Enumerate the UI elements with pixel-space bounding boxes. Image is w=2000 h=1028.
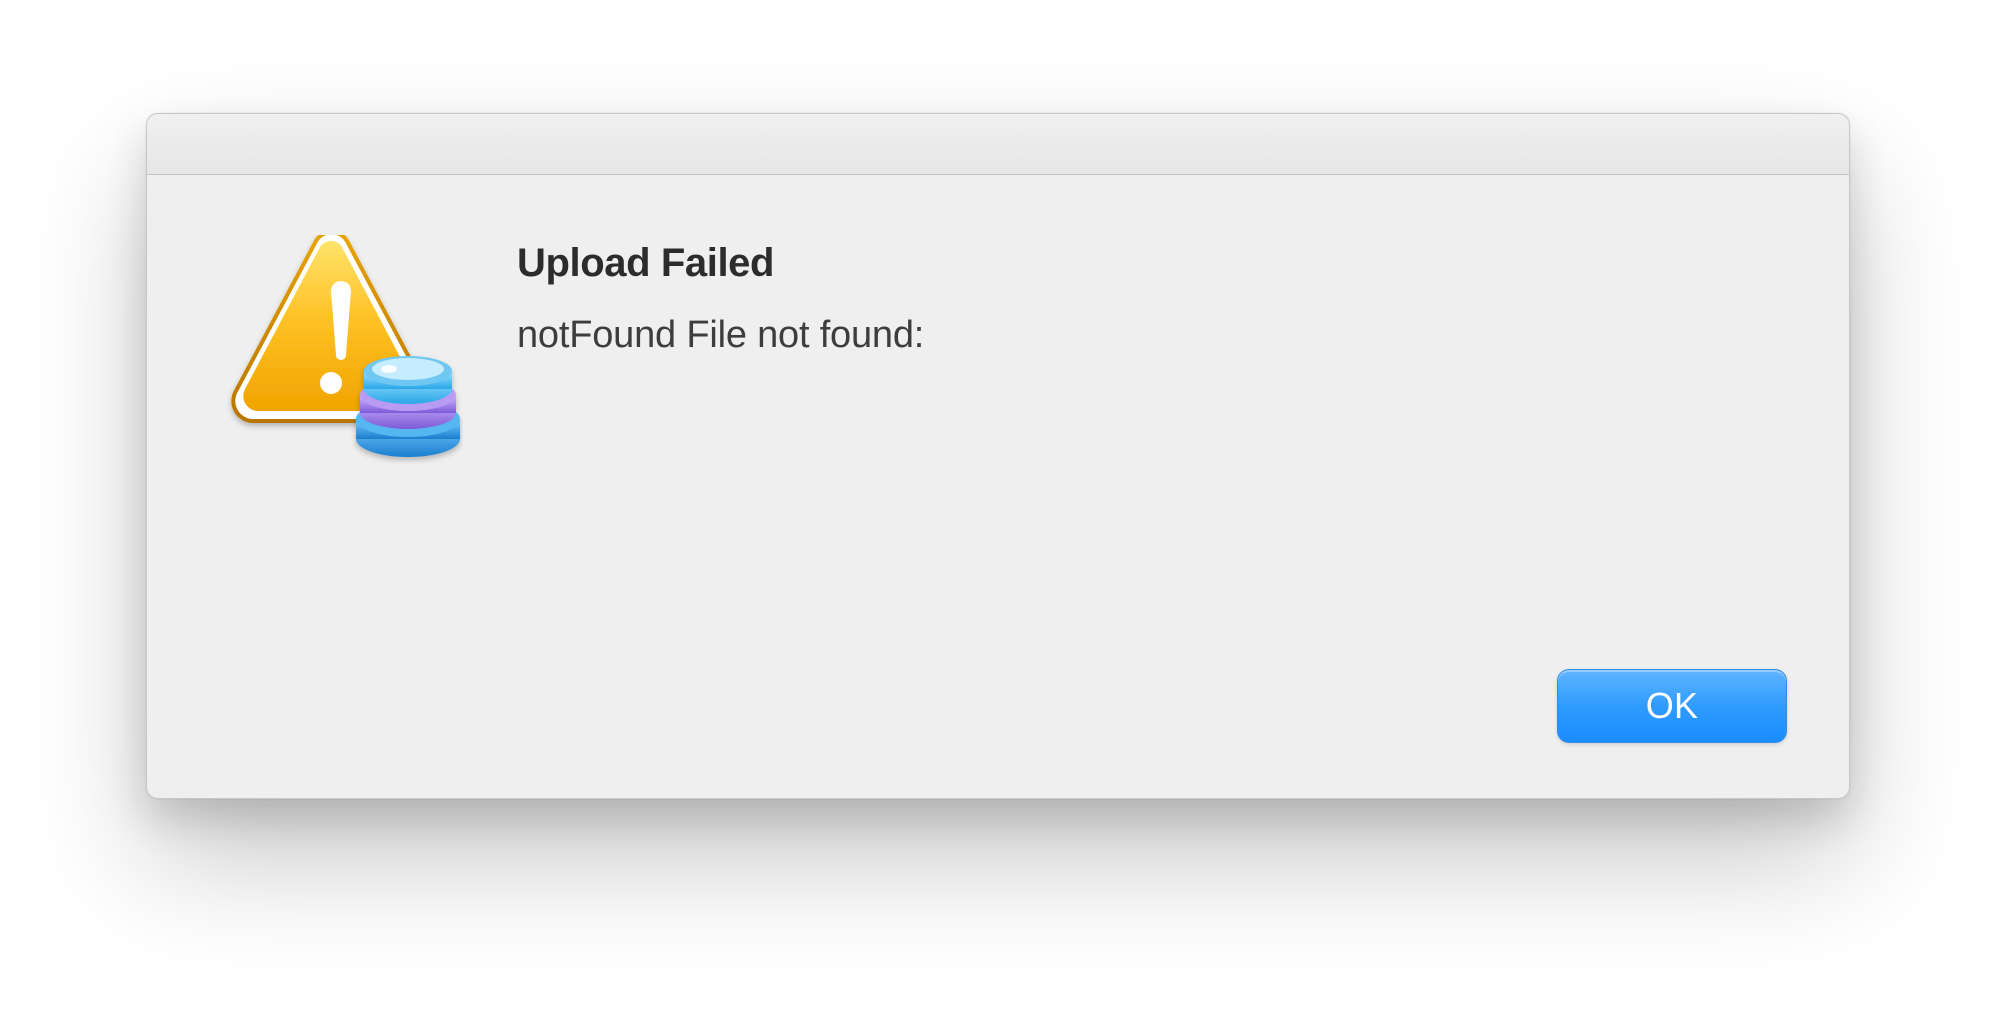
alert-dialog: Upload Failed notFound File not found: O…: [146, 113, 1850, 799]
dialog-title: Upload Failed: [517, 241, 1783, 286]
dialog-message: notFound File not found:: [517, 314, 1783, 357]
dialog-titlebar: [147, 114, 1849, 175]
warning-triangle-icon: [213, 235, 463, 465]
ok-button[interactable]: OK: [1557, 669, 1787, 743]
alert-icon-group: [213, 235, 463, 465]
dialog-content: Upload Failed notFound File not found: O…: [147, 175, 1849, 799]
database-stack-icon: [356, 356, 460, 457]
